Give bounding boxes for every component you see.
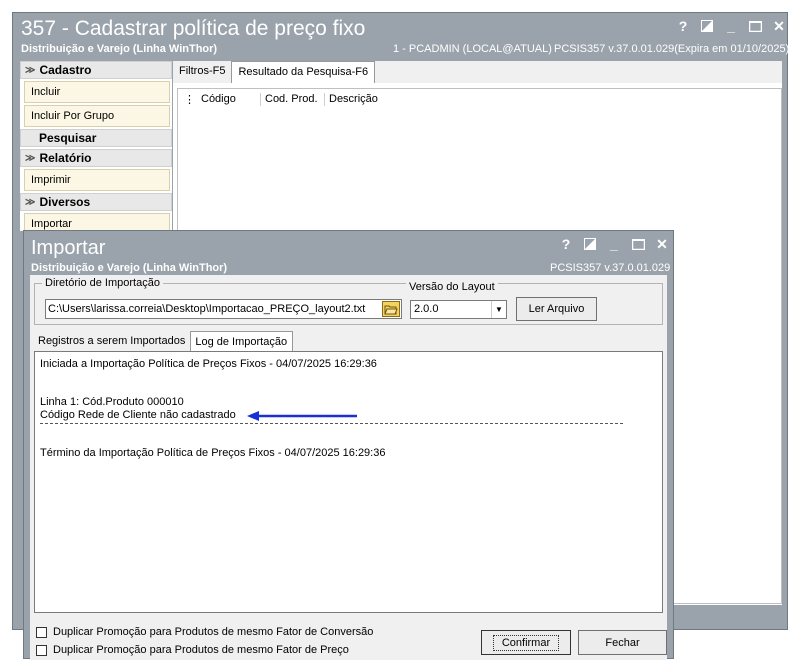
duplicate-price-row[interactable]: Duplicar Promoção para Produtos de mesmo… — [36, 644, 349, 656]
log-line-2: Código Rede de Cliente não cadastrado — [40, 409, 236, 421]
close-button[interactable]: ✕ — [769, 17, 789, 35]
dir-legend: Diretório de Importação — [42, 277, 163, 289]
column-header-codigo[interactable]: Código — [197, 93, 261, 106]
grid-header: ⋮ Código Cod. Prod. Descrição — [180, 93, 405, 106]
main-tabs: Filtros-F5 Resultado da Pesquisa-F6 — [173, 61, 782, 83]
column-header-cod-prod[interactable]: Cod. Prod. — [261, 93, 325, 106]
sidebar-group-diversos[interactable]: ≫ Diversos — [20, 193, 172, 211]
sidebar-group-label: Cadastro — [39, 63, 92, 77]
duplicate-conversion-checkbox[interactable] — [36, 626, 47, 638]
window-subtitle: Distribuição e Varejo (Linha WinThor) — [21, 43, 218, 55]
tab-registros[interactable]: Registros a serem Importados — [34, 331, 190, 351]
annotation-arrow-icon — [247, 411, 357, 421]
window-controls: ? _ ✕ — [673, 17, 789, 35]
window-title: 357 - Cadastrar política de preço fixo — [21, 17, 366, 40]
close-button[interactable]: ✕ — [652, 235, 672, 253]
sidebar-group-label: Relatório — [39, 151, 92, 165]
read-file-button[interactable]: Ler Arquivo — [516, 297, 597, 321]
dialog-title: Importar — [31, 237, 106, 259]
dialog-subtitle: Distribuição e Varejo (Linha WinThor) — [31, 262, 228, 274]
import-log: Iniciada a Importação Política de Preços… — [34, 351, 663, 613]
minimize-button[interactable]: _ — [604, 235, 624, 253]
chevron-down-icon[interactable]: ▼ — [491, 301, 506, 318]
sidebar-item-imprimir[interactable]: Imprimir — [24, 169, 170, 191]
dialog-controls: ? _ ✕ — [556, 235, 672, 253]
maximize-icon[interactable] — [628, 235, 648, 253]
tab-resultado[interactable]: Resultado da Pesquisa-F6 — [231, 61, 376, 83]
close-dialog-button[interactable]: Fechar — [578, 630, 667, 655]
column-header-descricao[interactable]: Descrição — [325, 93, 405, 106]
sidebar-group-cadastro[interactable]: ≫ Cadastro — [20, 61, 172, 79]
sidebar-item-incluir[interactable]: Incluir — [24, 81, 170, 103]
column-menu-icon[interactable]: ⋮ — [180, 93, 197, 106]
log-end-line: Término da Importação Política de Preços… — [40, 447, 386, 459]
duplicate-price-checkbox[interactable] — [36, 644, 47, 656]
folder-open-icon[interactable] — [382, 301, 400, 317]
dialog-version: PCSIS357 v.37.0.01.029 — [550, 262, 671, 274]
chevron-down-icon: ≫ — [25, 64, 36, 76]
minimize-button[interactable]: _ — [721, 17, 741, 35]
tab-log[interactable]: Log de Importação — [190, 331, 294, 351]
duplicate-conversion-label: Duplicar Promoção para Produtos de mesmo… — [53, 626, 374, 638]
dialog-body: Diretório de Importação Versão do Layout… — [30, 275, 667, 660]
sidebar: ≫ Cadastro Incluir Incluir Por Grupo Pes… — [20, 61, 172, 235]
restore-icon[interactable] — [697, 17, 717, 35]
log-separator — [40, 423, 623, 424]
log-line-1: Linha 1: Cód.Produto 000010 — [40, 396, 184, 408]
log-start-line: Iniciada a Importação Política de Preços… — [40, 358, 377, 370]
restore-icon[interactable] — [580, 235, 600, 253]
layout-version-select[interactable]: 2.0.0 ▼ — [410, 300, 507, 319]
tab-filtros[interactable]: Filtros-F5 — [173, 61, 231, 83]
import-dir-group: Diretório de Importação Versão do Layout… — [34, 277, 663, 325]
dialog-tabs: Registros a serem Importados Log de Impo… — [34, 331, 294, 351]
sidebar-group-label: Diversos — [39, 195, 91, 209]
user-info: 1 - PCADMIN (LOCAL@ATUAL) — [393, 43, 552, 55]
confirm-button[interactable]: Confirmar — [481, 630, 571, 655]
layout-legend: Versão do Layout — [406, 281, 498, 293]
help-button[interactable]: ? — [556, 235, 576, 253]
layout-version-value: 2.0.0 — [414, 303, 439, 315]
sidebar-item-incluir-por-grupo[interactable]: Incluir Por Grupo — [24, 105, 170, 127]
sidebar-group-relatorio[interactable]: ≫ Relatório — [20, 149, 172, 167]
sidebar-group-pesquisar[interactable]: Pesquisar — [20, 129, 172, 147]
chevron-down-icon: ≫ — [25, 152, 36, 164]
import-path-input[interactable]: C:\Users\larissa.correia\Desktop\Importa… — [45, 299, 402, 319]
import-dialog: Importar Distribuição e Varejo (Linha Wi… — [23, 230, 674, 660]
maximize-icon[interactable] — [745, 17, 765, 35]
version-info: PCSIS357 v.37.0.01.029(Expira em 01/10/2… — [554, 43, 790, 55]
duplicate-conversion-row[interactable]: Duplicar Promoção para Produtos de mesmo… — [36, 626, 373, 638]
sidebar-group-label: Pesquisar — [39, 131, 97, 145]
duplicate-price-label: Duplicar Promoção para Produtos de mesmo… — [53, 644, 349, 656]
chevron-down-icon: ≫ — [25, 196, 36, 208]
help-button[interactable]: ? — [673, 17, 693, 35]
confirm-button-label: Confirmar — [492, 634, 560, 651]
